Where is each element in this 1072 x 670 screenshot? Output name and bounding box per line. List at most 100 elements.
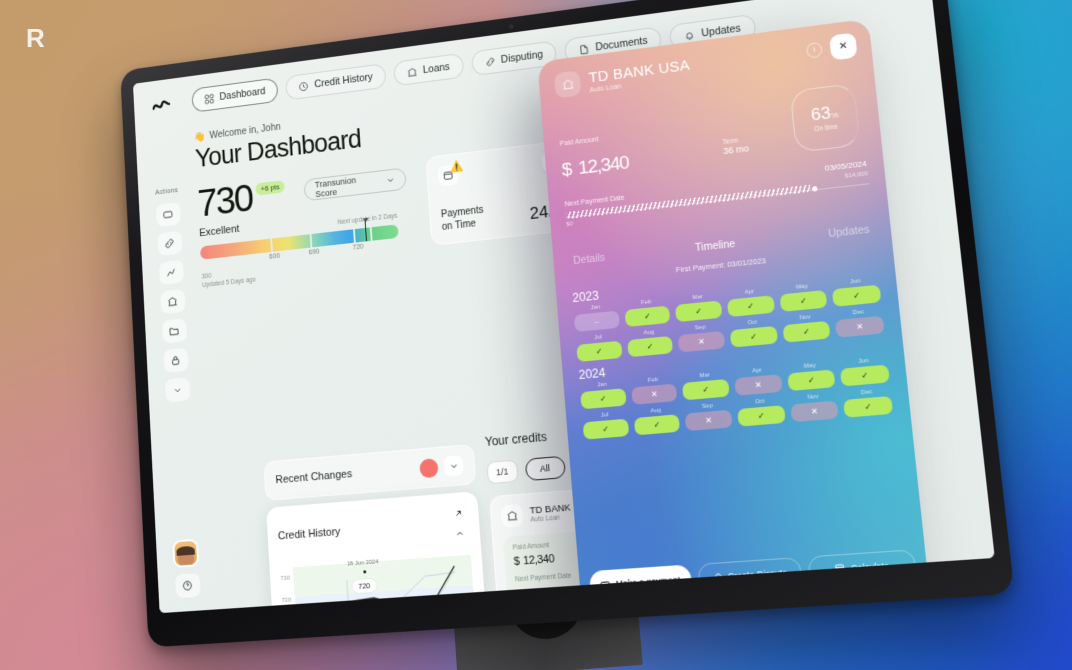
info-icon[interactable]: i bbox=[806, 42, 823, 59]
link-icon bbox=[484, 56, 495, 68]
sidebar-item-link[interactable] bbox=[157, 231, 182, 256]
help-button[interactable] bbox=[175, 573, 201, 598]
progress-handle[interactable] bbox=[812, 186, 818, 192]
modal-term-group: Term 36 mo bbox=[722, 136, 749, 156]
app-logo-icon[interactable] bbox=[149, 92, 173, 119]
timeline-month-cell[interactable]: Dec ✕ bbox=[835, 307, 885, 337]
timeline-month-cell[interactable]: Jun ✓ bbox=[831, 276, 881, 306]
timeline-month-cell[interactable]: Jul ✓ bbox=[582, 410, 629, 439]
kpi-label: Payments on Time bbox=[441, 205, 485, 234]
sidebar-expand-toggle[interactable] bbox=[164, 377, 189, 402]
timeline-month-status: ✓ bbox=[624, 306, 670, 328]
filter-all[interactable]: All bbox=[524, 456, 565, 482]
timeline-month-cell[interactable]: Nov ✓ bbox=[781, 313, 830, 343]
make-payment-button[interactable]: Make a payment bbox=[589, 564, 692, 599]
timeline-month-cell[interactable]: Feb ✓ bbox=[624, 297, 671, 327]
sidebar-item-card[interactable] bbox=[155, 202, 180, 227]
timeline-month-status: ✓ bbox=[730, 326, 778, 348]
bank-icon bbox=[501, 504, 524, 528]
app-window: Dashboard Credit History Loans Disputing… bbox=[133, 0, 995, 613]
button-label: Create Dispute bbox=[727, 567, 788, 582]
tab-credit-history[interactable]: Credit History bbox=[285, 63, 386, 100]
panel-label: Recent Changes bbox=[275, 468, 352, 486]
amount: 12,340 bbox=[523, 553, 555, 567]
timeline-month-cell[interactable]: Sep ✕ bbox=[677, 323, 725, 353]
payment-progress-bar bbox=[516, 583, 627, 596]
timeline-month-status: – bbox=[574, 311, 620, 332]
credit-card-footer: Date Issued 05/05/2024 bbox=[670, 602, 806, 614]
tab-label: Loans bbox=[422, 61, 450, 76]
kpi-number: 24 bbox=[529, 202, 549, 223]
timeline-month-status: ✓ bbox=[583, 419, 629, 440]
sidebar-item-lock[interactable] bbox=[163, 348, 188, 373]
timeline-month-cell[interactable]: Jul ✓ bbox=[576, 333, 623, 362]
timeline-month-cell[interactable]: Dec ✓ bbox=[843, 388, 893, 418]
sidebar-item-folder[interactable] bbox=[161, 318, 186, 343]
sidebar-item-bank[interactable] bbox=[160, 289, 185, 314]
timeline-month-status: ✓ bbox=[627, 336, 674, 357]
timeline-month-cell[interactable]: May ✓ bbox=[778, 282, 827, 312]
chart-tooltip: 720 bbox=[351, 578, 377, 595]
button-label: Make a payment bbox=[615, 574, 680, 589]
timeline-month-cell[interactable]: Apr ✓ bbox=[726, 287, 775, 317]
timeline-month-cell[interactable]: Jan – bbox=[573, 303, 620, 332]
close-icon[interactable]: ✕ bbox=[829, 32, 858, 60]
expand-button[interactable] bbox=[447, 502, 468, 524]
chevron-down-icon[interactable] bbox=[443, 455, 464, 477]
score-value: 730 bbox=[197, 180, 253, 222]
left-panel-stack: Recent Changes Credit History 730 720 16… bbox=[263, 444, 497, 613]
timeline-month-cell[interactable]: Feb ✕ bbox=[630, 375, 678, 404]
credit-score-block: 730 +6 pts Excellent 600 690 720 300 Nex… bbox=[197, 162, 413, 289]
bank-icon bbox=[554, 70, 581, 98]
timeline-month-status: ✓ bbox=[779, 290, 827, 312]
chevron-down-icon bbox=[386, 175, 395, 185]
help-icon bbox=[182, 579, 194, 592]
monitor: Dashboard Credit History Loans Disputing… bbox=[120, 0, 1014, 647]
timeline-month-cell[interactable]: Apr ✕ bbox=[734, 366, 783, 396]
chevron-down-icon bbox=[172, 384, 182, 395]
collapse-button[interactable] bbox=[449, 522, 470, 544]
calculate-button[interactable]: Calculate bbox=[808, 549, 917, 585]
sidebar-item-chart[interactable] bbox=[158, 260, 183, 285]
modal-tab-updates[interactable]: Updates bbox=[828, 223, 870, 240]
kpi-footer: Paymentson Time 24/38 bbox=[441, 196, 564, 234]
avatar[interactable] bbox=[172, 539, 199, 568]
timeline-month-status: ✓ bbox=[787, 369, 836, 391]
timeline-month-cell[interactable]: Oct ✓ bbox=[736, 397, 785, 427]
gauge-notch bbox=[270, 238, 273, 251]
timeline-month-status: ✓ bbox=[634, 414, 681, 435]
timeline-month-cell[interactable]: May ✓ bbox=[786, 361, 836, 391]
sidebar-title: Actions bbox=[155, 187, 178, 196]
credit-history-card: Credit History 730 720 16 Jun 2024 720 bbox=[266, 491, 490, 613]
clock-icon bbox=[299, 80, 310, 92]
timeline-month-status: ✕ bbox=[678, 331, 725, 353]
timeline-month-cell[interactable]: Mar ✓ bbox=[675, 292, 723, 322]
timeline-month-cell[interactable]: Jun ✓ bbox=[839, 356, 889, 386]
credit-history-controls bbox=[447, 502, 469, 544]
modal-tab-details[interactable]: Details bbox=[573, 252, 606, 267]
timeline-month-cell[interactable]: Sep ✕ bbox=[684, 401, 732, 431]
timeline-month-status: ✓ bbox=[782, 321, 831, 343]
timeline-month-status: ✕ bbox=[790, 401, 839, 423]
modal-inner: TD BANK USA Auto Loan i ✕ 63% On time Pa… bbox=[537, 19, 929, 613]
timeline-month-cell[interactable]: Nov ✕ bbox=[789, 392, 839, 422]
timeline-month-cell[interactable]: Aug ✓ bbox=[626, 328, 673, 358]
gauge-tick: 720 bbox=[352, 244, 363, 252]
timeline-month-cell[interactable]: Mar ✓ bbox=[682, 371, 730, 401]
chart-y-tick: 720 bbox=[282, 597, 292, 604]
timeline-month-cell[interactable]: Aug ✓ bbox=[633, 406, 681, 435]
timeline-month-cell[interactable]: Jan ✓ bbox=[580, 380, 627, 409]
link-icon bbox=[164, 237, 175, 249]
panel-recent-changes[interactable]: Recent Changes bbox=[263, 444, 476, 501]
tab-dashboard[interactable]: Dashboard bbox=[191, 77, 278, 112]
progress-min: $0 bbox=[516, 596, 524, 604]
modal-tab-timeline[interactable]: Timeline bbox=[695, 238, 736, 254]
folder-icon bbox=[168, 325, 179, 337]
bank-icon bbox=[407, 66, 418, 78]
timeline-month-cell[interactable]: Oct ✓ bbox=[729, 318, 778, 348]
tab-loans[interactable]: Loans bbox=[393, 53, 464, 87]
red-dot-indicator bbox=[419, 458, 439, 478]
timeline-month-status: ✓ bbox=[737, 405, 785, 427]
scene: R Dashboard Credit History Loans Disputi… bbox=[0, 0, 1072, 670]
create-dispute-button[interactable]: Create Dispute bbox=[697, 557, 803, 592]
